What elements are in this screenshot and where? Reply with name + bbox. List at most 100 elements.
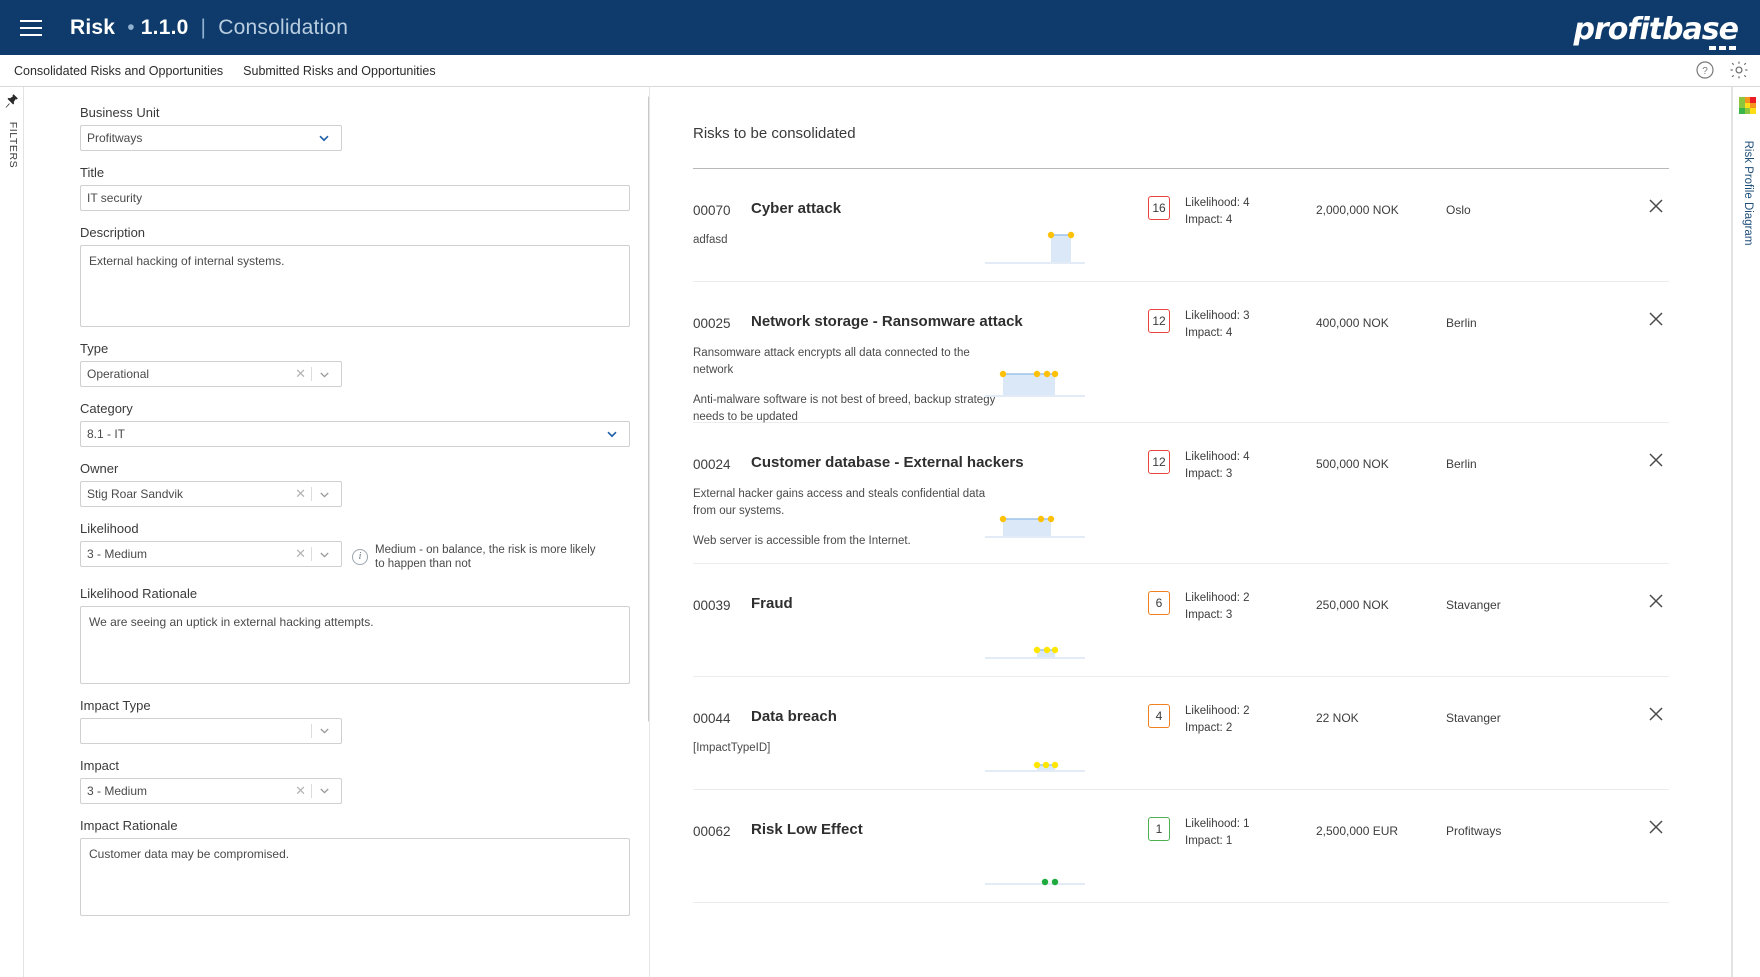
table-row[interactable]: 00025 Network storage - Ransomware attack…: [693, 282, 1669, 423]
business-unit-label: Business Unit: [80, 105, 160, 120]
app-name: Risk: [70, 15, 116, 39]
title-label: Title: [80, 165, 105, 180]
owner-label: Owner: [80, 461, 119, 476]
impact-select[interactable]: 3 - Medium ✕: [80, 777, 342, 804]
risk-score-badge: 6: [1148, 591, 1170, 615]
risk-title[interactable]: Fraud: [751, 595, 793, 612]
risk-score-badge: 12: [1148, 450, 1170, 474]
table-row[interactable]: 00044 Data breach [ImpactTypeID] 4 Likelihoo…: [693, 677, 1669, 790]
risk-score-badge: 4: [1148, 704, 1170, 728]
business-unit-value: Profitways: [87, 131, 143, 145]
risk-impact: Impact: 3: [1185, 468, 1233, 481]
close-x-icon[interactable]: [1645, 590, 1667, 612]
impact-type-select[interactable]: [80, 717, 342, 744]
risk-likelihood-impact: Likelihood: 4 Impact: 3: [1185, 449, 1250, 484]
risks-panel-title: Risks to be consolidated: [693, 125, 856, 142]
type-value: Operational: [87, 367, 150, 381]
tab-consolidated-risks[interactable]: Consolidated Risks and Opportunities: [4, 64, 233, 78]
profitbase-logo: profitbase: [1574, 12, 1739, 50]
risk-matrix-icon[interactable]: [1739, 97, 1756, 114]
pin-icon[interactable]: [4, 93, 20, 109]
risk-impact: Impact: 4: [1185, 214, 1233, 227]
risk-id: 00024: [693, 457, 731, 472]
chevron-down-icon[interactable]: [312, 548, 335, 561]
risk-sparkline-chart: [985, 735, 1085, 781]
risk-amount: 400,000 NOK: [1316, 316, 1389, 330]
close-x-icon[interactable]: [1645, 703, 1667, 725]
likelihood-select[interactable]: 3 - Medium ✕: [80, 541, 342, 567]
risk-title[interactable]: Customer database - External hackers: [751, 454, 1024, 471]
clear-icon[interactable]: ✕: [290, 486, 311, 502]
table-row[interactable]: 00070 Cyber attack adfasd 16 Likelihood: 4 Im…: [693, 169, 1669, 282]
risk-profile-diagram-label[interactable]: Risk Profile Diagram: [1742, 128, 1754, 258]
category-select[interactable]: 8.1 - IT: [80, 421, 630, 447]
form-panel-scrollbar[interactable]: [648, 95, 649, 723]
hamburger-menu-icon[interactable]: [8, 0, 54, 55]
chevron-down-icon[interactable]: [312, 724, 335, 737]
table-row[interactable]: 00024 Customer database - External hacker…: [693, 423, 1669, 564]
owner-select[interactable]: Stig Roar Sandvik ✕: [80, 481, 342, 507]
close-x-icon[interactable]: [1645, 816, 1667, 838]
top-header-bar: Risk • 1.1.0 | Consolidation profitbase: [0, 0, 1760, 55]
risk-description: External hacker gains access and steals …: [693, 488, 986, 517]
likelihood-rationale-textarea[interactable]: We are seeing an uptick in external hack…: [80, 605, 630, 684]
risk-impact: Impact: 1: [1185, 835, 1233, 848]
business-unit-select[interactable]: Profitways: [80, 125, 342, 151]
risk-location: Berlin: [1446, 316, 1477, 330]
clear-icon[interactable]: ✕: [290, 366, 311, 382]
tab-bar-actions: ?: [1694, 59, 1750, 81]
risk-title[interactable]: Network storage - Ransomware attack: [751, 313, 1023, 330]
risk-likelihood-impact: Likelihood: 4 Impact: 4: [1185, 195, 1250, 230]
likelihood-label: Likelihood: [80, 521, 139, 536]
owner-value: Stig Roar Sandvik: [87, 487, 184, 501]
risk-likelihood: Likelihood: 2: [1185, 592, 1250, 604]
impact-rationale-textarea[interactable]: Customer data may be compromised.: [80, 837, 630, 916]
clear-icon[interactable]: ✕: [290, 546, 311, 562]
tab-bar: Consolidated Risks and Opportunities Sub…: [0, 55, 1760, 87]
risk-location: Stavanger: [1446, 711, 1501, 725]
risk-impact: Impact: 3: [1185, 609, 1233, 622]
close-x-icon[interactable]: [1645, 449, 1667, 471]
field-impact-rationale: Impact Rationale Customer data may be co…: [80, 818, 649, 916]
risk-likelihood: Likelihood: 4: [1185, 451, 1250, 463]
chevron-down-icon[interactable]: [312, 368, 335, 381]
type-label: Type: [80, 341, 109, 356]
app-version: 1.1.0: [140, 15, 189, 39]
risk-title[interactable]: Risk Low Effect: [751, 821, 863, 838]
type-select[interactable]: Operational ✕: [80, 361, 342, 387]
impact-type-label: Impact Type: [80, 697, 151, 713]
risk-likelihood-impact: Likelihood: 3 Impact: 4: [1185, 308, 1250, 343]
risk-sparkline-chart: [985, 360, 1085, 406]
chevron-down-icon[interactable]: [599, 427, 623, 441]
description-textarea[interactable]: External hacking of internal systems.: [80, 245, 630, 327]
title-separator: |: [200, 15, 207, 39]
risk-location: Oslo: [1446, 203, 1471, 217]
svg-text:?: ?: [1702, 66, 1708, 77]
chevron-down-icon[interactable]: [311, 131, 335, 145]
table-row[interactable]: 00062 Risk Low Effect 1 Likelihood: 1 Impact…: [693, 790, 1669, 903]
tab-submitted-risks[interactable]: Submitted Risks and Opportunities: [233, 64, 445, 78]
settings-gear-icon[interactable]: [1728, 59, 1750, 81]
clear-icon[interactable]: ✕: [290, 783, 311, 799]
category-label: Category: [80, 401, 133, 416]
risk-title[interactable]: Data breach: [751, 708, 837, 725]
risk-amount: 500,000 NOK: [1316, 457, 1389, 471]
risk-id: 00070: [693, 203, 731, 218]
chevron-down-icon[interactable]: [312, 784, 335, 797]
close-x-icon[interactable]: [1645, 195, 1667, 217]
page-title: Risk • 1.1.0 | Consolidation: [70, 15, 349, 39]
risk-id: 00025: [693, 316, 731, 331]
risk-description-secondary: Web server is accessible from the Intern…: [693, 535, 911, 547]
risk-likelihood-impact: Likelihood: 1 Impact: 1: [1185, 816, 1250, 851]
risk-description: Ransomware attack encrypts all data conn…: [693, 347, 970, 376]
chevron-down-icon[interactable]: [312, 488, 335, 501]
risk-amount: 250,000 NOK: [1316, 598, 1389, 612]
field-likelihood: Likelihood 3 - Medium ✕ i Medium - on ba…: [80, 521, 649, 572]
help-icon[interactable]: ?: [1694, 59, 1716, 81]
title-input[interactable]: IT security: [80, 185, 630, 211]
close-x-icon[interactable]: [1645, 308, 1667, 330]
table-row[interactable]: 00039 Fraud 6 Likelihood: 2 Impact: 3 250,000…: [693, 564, 1669, 677]
info-icon: i: [352, 549, 368, 566]
field-likelihood-rationale: Likelihood Rationale We are seeing an up…: [80, 586, 649, 684]
risk-title[interactable]: Cyber attack: [751, 200, 841, 217]
